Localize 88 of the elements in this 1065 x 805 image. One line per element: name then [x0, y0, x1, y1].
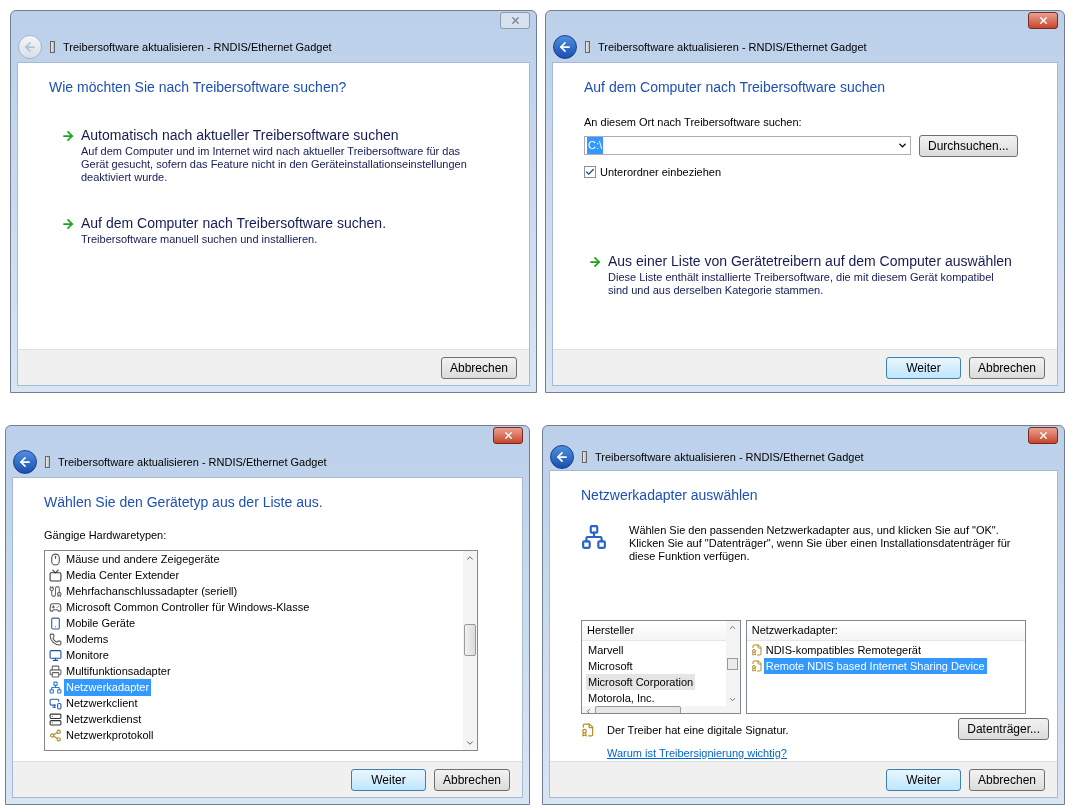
list-item[interactable]: Mäuse und andere Zeigegeräte [64, 551, 222, 568]
list-item[interactable]: Multifunktionsadapter [64, 663, 173, 680]
option-description: Auf dem Computer und im Internet wird nach aktueller Treibersoftware für das Gerät gesucht, sofern das Feature nicht in den Geräteinstallationseinstellungen deaktiviert wurde. [81, 145, 468, 184]
window-title: Treibersoftware aktualisieren - RNDIS/Ethernet Gadget [598, 39, 867, 55]
scroll-up-icon[interactable] [728, 623, 738, 632]
back-button[interactable] [550, 445, 574, 469]
certificate-icon [581, 723, 595, 738]
close-button[interactable] [493, 427, 523, 444]
smartphone-icon [49, 617, 62, 630]
window-title: Treibersoftware aktualisieren - RNDIS/Ethernet Gadget [595, 449, 864, 465]
computer-icon [49, 697, 62, 710]
gamepad-icon [49, 601, 62, 614]
back-button[interactable] [553, 35, 577, 59]
back-arrow-icon [18, 455, 32, 469]
dialog-button[interactable]: Weiter [885, 356, 961, 379]
page-heading: Wie möchten Sie nach Treibersoftware suchen? [49, 78, 348, 97]
adapter-list[interactable]: Netzwerkadapter: NDIS-kompatibles Remotegerät Remote NDIS based Internet Sharing Device [745, 620, 1026, 714]
list-item[interactable]: Media Center Extender [64, 567, 182, 584]
list-item[interactable]: NDIS-kompatibles Remotegerät [763, 641, 923, 659]
vertical-scrollbar[interactable] [725, 621, 740, 706]
device-icon [585, 41, 590, 53]
option-title[interactable]: Automatisch nach aktueller Treibersoftware suchen [81, 126, 481, 145]
printer-icon [49, 665, 62, 678]
option-title[interactable]: Aus einer Liste von Gerätetreibern auf dem Computer auswählen [608, 252, 1012, 271]
certificate-icon [750, 644, 763, 656]
monitor-icon [49, 649, 62, 662]
list-item[interactable]: Netzwerkdienst [64, 711, 144, 728]
back-arrow-icon [558, 40, 572, 54]
list-item[interactable]: Mobile Geräte [64, 615, 138, 632]
checkbox-label[interactable]: Unterordner einbeziehen [600, 163, 722, 180]
scrollbar-thumb[interactable] [464, 624, 476, 656]
field-label: An diesem Ort nach Treibersoftware suchen: [584, 115, 803, 130]
device-icon [582, 451, 587, 463]
phone-icon [49, 633, 62, 646]
dialog-button[interactable]: Weiter [350, 768, 426, 791]
scrollbar-thumb[interactable] [727, 657, 739, 670]
close-icon [509, 15, 521, 26]
dialog-button[interactable]: Abbrechen [968, 356, 1045, 379]
cable-icon [49, 585, 62, 598]
arrow-icon [588, 255, 602, 269]
server-icon [49, 713, 62, 726]
list-item[interactable]: Monitore [64, 647, 111, 664]
list-item[interactable]: Marvell [586, 641, 626, 659]
window-title: Treibersoftware aktualisieren - RNDIS/Ethernet Gadget [58, 454, 327, 470]
dialog-button[interactable]: Weiter [885, 768, 961, 791]
device-icon [45, 456, 50, 468]
close-button[interactable] [1028, 12, 1058, 29]
signature-text: Der Treiber hat eine digitale Signatur. [607, 723, 789, 738]
window-title: Treibersoftware aktualisieren - RNDIS/Ethernet Gadget [63, 39, 332, 55]
mouse-icon [49, 553, 62, 566]
tv-icon [49, 569, 62, 582]
list-item[interactable]: Microsoft Common Controller für Windows-Klasse [64, 599, 312, 616]
dialog-button[interactable]: Abbrechen [440, 356, 517, 379]
dropdown-icon [897, 140, 908, 151]
list-item[interactable]: Netzwerkprotokoll [64, 727, 156, 744]
help-link[interactable]: Warum ist Treibersignierung wichtig? [607, 744, 789, 761]
page-heading: Wählen Sie den Gerätetyp aus der Liste aus. [44, 493, 324, 512]
list-item[interactable]: Microsoft [586, 657, 635, 675]
close-icon [1037, 15, 1049, 26]
dialog-button[interactable]: Datenträger... [958, 718, 1049, 740]
back-arrow-icon [555, 450, 569, 464]
checkbox[interactable] [584, 165, 596, 178]
back-button[interactable] [13, 450, 37, 474]
vertical-scrollbar[interactable] [463, 550, 477, 750]
close-icon [502, 430, 514, 441]
list-item[interactable]: Microsoft Corporation [586, 673, 696, 691]
option-description: Treibersoftware manuell suchen und installieren. [81, 233, 319, 246]
location-value: C:\ [587, 137, 604, 154]
close-icon [1037, 430, 1049, 441]
list-item[interactable]: Netzwerkclient [64, 695, 140, 712]
list-item[interactable]: Motorola, Inc. [586, 689, 657, 707]
list-item[interactable]: Mehrfachanschlussadapter (seriell) [64, 583, 240, 600]
option-description: Diese Liste enthält installierte Treibersoftware, die mit diesem Gerät kompatibel sind und aus derselben Kategorie stammen. [608, 271, 995, 297]
page-heading: Auf dem Computer nach Treibersoftware suchen [584, 78, 887, 97]
hardware-type-list[interactable] [44, 549, 478, 751]
scroll-down-icon[interactable] [728, 695, 738, 704]
certificate-icon [750, 660, 763, 672]
close-button[interactable] [1028, 427, 1058, 444]
list-item[interactable]: Modems [64, 631, 111, 648]
intro-text: Wählen Sie den passenden Netzwerkadapter aus, und klicken Sie auf "OK". Klicken Sie auf "Datenträger", wenn Sie über einen Installationsdatenträger für diese Funktion verfügen. [629, 524, 1012, 563]
dialog-button[interactable]: Abbrechen [968, 768, 1045, 791]
dialog-button[interactable]: Durchsuchen... [919, 134, 1018, 157]
option-title[interactable]: Auf dem Computer nach Treibersoftware suchen. [81, 214, 387, 233]
list-label: Gängige Hardwaretypen: [44, 528, 168, 543]
dialog-button[interactable]: Abbrechen [433, 768, 510, 791]
page-heading: Netzwerkadapter auswählen [581, 486, 759, 505]
manufacturer-list[interactable]: Hersteller Marvell Microsoft Microsoft Corporation Motorola, Inc. [581, 620, 741, 714]
device-icon [50, 41, 55, 53]
